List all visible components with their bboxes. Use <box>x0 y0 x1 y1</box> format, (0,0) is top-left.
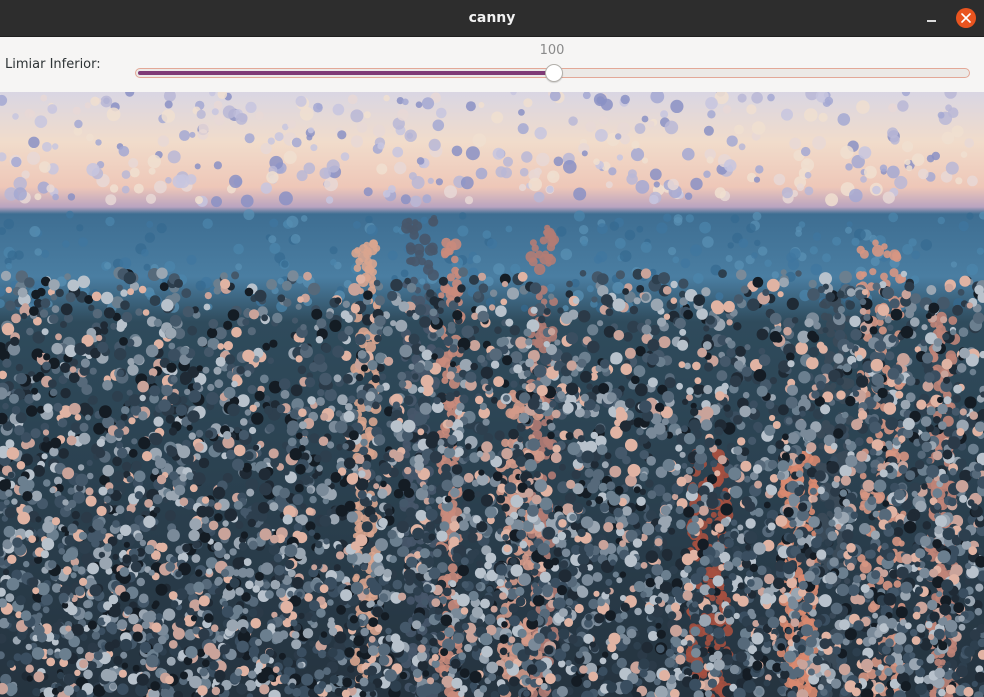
city-skyline-image <box>0 92 984 697</box>
trackbar-row: Limiar Inferior: 100 <box>0 37 984 92</box>
minimize-icon[interactable] <box>920 8 942 30</box>
close-icon[interactable] <box>956 8 976 28</box>
slider-fill <box>138 71 548 75</box>
slider-thumb[interactable] <box>545 64 564 82</box>
app-window: canny Limiar Inferior: 100 <box>0 0 984 697</box>
trackbar-value: 100 <box>539 43 565 58</box>
title-bar[interactable]: canny <box>0 0 984 37</box>
window-title: canny <box>468 10 516 26</box>
processed-image <box>0 92 984 697</box>
trackbar-label: Limiar Inferior: <box>5 57 101 72</box>
